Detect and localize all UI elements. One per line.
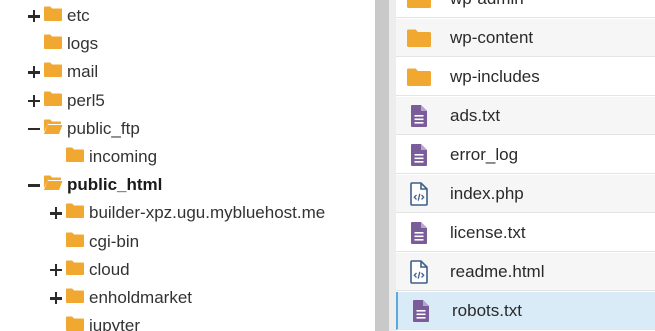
tree-item-cgi-bin[interactable]: cgi-bin [50, 228, 139, 256]
file-list: wp-admin wp-content wp-includes ads.txt erro… [396, 0, 655, 331]
file-name: ads.txt [450, 105, 501, 125]
file-name: robots.txt [452, 300, 522, 320]
tree-item-etc[interactable]: etc [28, 2, 90, 30]
folder-icon [62, 315, 85, 331]
directory-tree: etc logs mail perl5 public_ftp incoming public… [0, 0, 375, 331]
pane-splitter[interactable] [375, 0, 389, 331]
file-row-robots-txt[interactable]: robots.txt [396, 292, 655, 330]
tree-item-logs[interactable]: logs [28, 30, 98, 58]
tree-item-label: cloud [89, 259, 130, 279]
folder-icon [396, 67, 441, 87]
tree-item-builder-xpz-ugu-mybluehost-me[interactable]: builder-xpz.ugu.mybluehost.me [50, 199, 325, 227]
folder-open-icon [40, 118, 63, 140]
expand-plus-icon[interactable] [50, 263, 62, 276]
expand-plus-icon[interactable] [28, 10, 40, 22]
tree-item-perl5[interactable]: perl5 [28, 87, 105, 115]
file-row-wp-content[interactable]: wp-content [396, 19, 655, 57]
pane-divider [389, 0, 396, 331]
tree-item-cloud[interactable]: cloud [50, 256, 130, 284]
tree-item-label: perl5 [67, 90, 105, 110]
folder-icon [40, 33, 63, 55]
folder-icon [62, 202, 85, 224]
tree-item-label: builder-xpz.ugu.mybluehost.me [89, 203, 326, 223]
folder-icon [40, 90, 63, 112]
file-row-wp-includes[interactable]: wp-includes [396, 58, 655, 96]
tree-item-label: incoming [89, 147, 158, 166]
tree-item-label: mail [67, 62, 99, 82]
collapse-minus-icon[interactable] [28, 179, 40, 191]
expand-plus-icon[interactable] [28, 94, 40, 107]
file-name: wp-admin [450, 0, 524, 9]
text-file-icon [396, 104, 441, 128]
tree-item-public-ftp[interactable]: public_ftp [28, 115, 140, 143]
tree-item-label: public_ftp [67, 118, 140, 138]
tree-item-jupyter[interactable]: jupyter [50, 312, 140, 331]
file-row-license-txt[interactable]: license.txt [396, 214, 655, 252]
file-name: license.txt [450, 222, 526, 242]
collapse-minus-icon[interactable] [28, 123, 40, 135]
folder-icon [62, 146, 85, 168]
tree-item-incoming[interactable]: incoming [50, 143, 157, 171]
file-name: readme.html [450, 261, 545, 281]
tree-item-public-html[interactable]: public_html [28, 171, 162, 199]
file-row-ads-txt[interactable]: ads.txt [396, 97, 655, 135]
file-name: index.php [450, 183, 524, 203]
file-row-readme-html[interactable]: readme.html [396, 253, 655, 291]
expand-plus-icon[interactable] [28, 66, 40, 79]
file-name: error_log [450, 144, 519, 164]
folder-icon [62, 259, 85, 281]
tree-item-label: jupyter [89, 316, 141, 331]
expand-plus-icon[interactable] [50, 292, 62, 304]
text-file-icon [398, 299, 443, 323]
tree-item-label: enholdmarket [89, 288, 193, 307]
tree-item-label: etc [67, 6, 90, 25]
file-row-wp-admin[interactable]: wp-admin [396, 0, 655, 18]
tree-item-label: cgi-bin [89, 231, 140, 251]
tree-item-label: public_html [67, 175, 163, 195]
folder-icon [40, 5, 63, 27]
folder-icon [62, 287, 85, 309]
folder-icon [396, 28, 441, 48]
folder-icon [40, 61, 63, 83]
file-name: wp-content [450, 27, 534, 47]
code-file-icon [396, 181, 441, 206]
code-file-icon [396, 259, 441, 284]
file-name: wp-includes [450, 66, 540, 86]
expand-plus-icon[interactable] [50, 207, 62, 220]
tree-item-enholdmarket[interactable]: enholdmarket [50, 284, 192, 312]
file-row-error-log[interactable]: error_log [396, 136, 655, 174]
text-file-icon [396, 221, 441, 245]
text-file-icon [396, 143, 441, 167]
folder-open-icon [40, 174, 63, 196]
folder-icon [396, 0, 441, 9]
tree-item-label: logs [67, 34, 99, 54]
folder-icon [62, 231, 85, 253]
file-row-index-php[interactable]: index.php [396, 175, 655, 213]
tree-item-mail[interactable]: mail [28, 58, 98, 86]
